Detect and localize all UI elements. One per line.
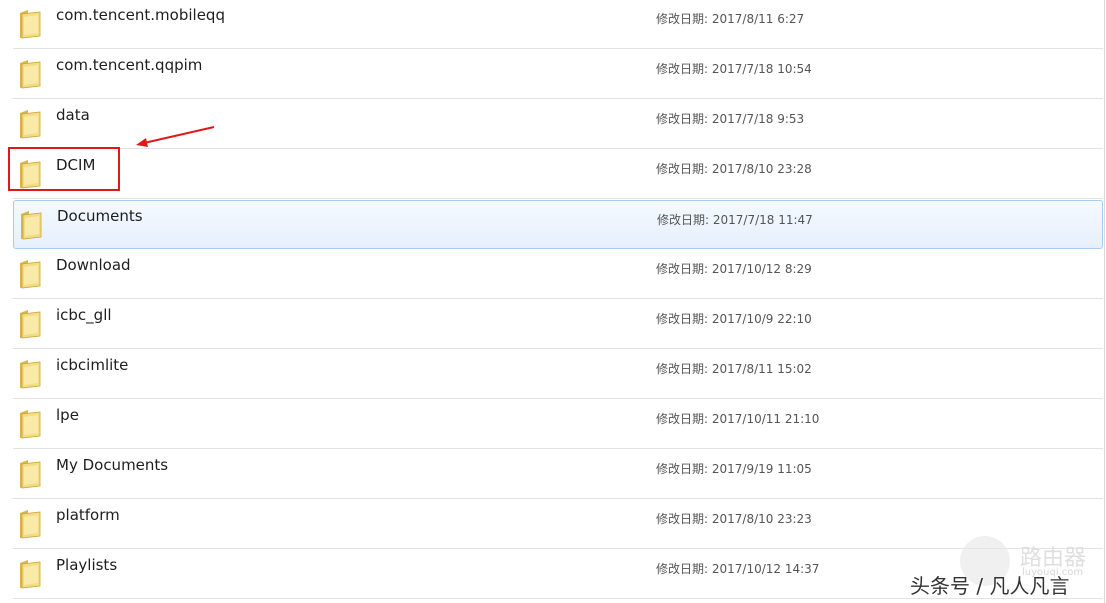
modified-date: 修改日期: 2017/8/11 15:02: [656, 362, 812, 376]
modified-date: 修改日期: 2017/7/18 10:54: [656, 62, 812, 76]
folder-name: icbc_gll: [56, 306, 112, 324]
highlight-box: [8, 147, 120, 191]
folder-icon: [20, 60, 41, 89]
folder-row[interactable]: My Documents 修改日期: 2017/9/19 11:05: [13, 450, 1103, 499]
folder-icon: [20, 310, 41, 339]
folder-name: data: [56, 106, 90, 124]
folder-icon: [20, 560, 41, 589]
folder-name: com.tencent.qqpim: [56, 56, 203, 74]
modified-date: 修改日期: 2017/10/12 14:37: [656, 562, 820, 576]
watermark-author: 头条号 / 凡人凡言: [910, 574, 1070, 598]
folder-row[interactable]: platform 修改日期: 2017/8/10 23:23: [13, 500, 1103, 549]
folder-row[interactable]: com.tencent.mobileqq 修改日期: 2017/8/11 6:2…: [13, 0, 1103, 49]
folder-name: My Documents: [56, 456, 169, 474]
modified-date: 修改日期: 2017/7/18 11:47: [657, 213, 813, 227]
modified-date: 修改日期: 2017/8/10 23:28: [656, 162, 812, 176]
folder-name: Download: [56, 256, 131, 274]
folder-icon: [20, 410, 41, 439]
red-arrow-annotation: [136, 126, 215, 147]
modified-date: 修改日期: 2017/10/12 8:29: [656, 262, 812, 276]
file-list: com.tencent.mobileqq 修改日期: 2017/8/11 6:2…: [0, 0, 1105, 603]
modified-date: 修改日期: 2017/8/11 6:27: [656, 12, 805, 26]
folder-row[interactable]: DCIM 修改日期: 2017/8/10 23:28: [13, 150, 1103, 199]
modified-date: 修改日期: 2017/10/9 22:10: [656, 312, 812, 326]
folder-icon: [20, 460, 41, 489]
modified-date: 修改日期: 2017/10/11 21:10: [656, 412, 820, 426]
folder-icon: [20, 360, 41, 389]
folder-name: icbcimlite: [56, 356, 129, 374]
folder-name: lpe: [56, 406, 79, 424]
modified-date: 修改日期: 2017/8/10 23:23: [656, 512, 812, 526]
folder-icon: [21, 211, 42, 240]
folder-row[interactable]: lpe 修改日期: 2017/10/11 21:10: [13, 400, 1103, 449]
folder-icon: [20, 10, 41, 39]
folder-name: platform: [56, 506, 120, 524]
folder-icon: [20, 260, 41, 289]
folder-icon: [20, 510, 41, 539]
folder-row[interactable]: icbc_gll 修改日期: 2017/10/9 22:10: [13, 300, 1103, 349]
folder-row[interactable]: Download 修改日期: 2017/10/12 8:29: [13, 250, 1103, 299]
folder-name: com.tencent.mobileqq: [56, 6, 225, 24]
modified-date: 修改日期: 2017/7/18 9:53: [656, 112, 805, 126]
folder-icon: [20, 110, 41, 139]
folder-row[interactable]: com.tencent.qqpim 修改日期: 2017/7/18 10:54: [13, 50, 1103, 99]
folder-name: Documents: [57, 207, 143, 225]
folder-row[interactable]: icbcimlite 修改日期: 2017/8/11 15:02: [13, 350, 1103, 399]
modified-date: 修改日期: 2017/9/19 11:05: [656, 462, 812, 476]
folder-row[interactable]: Documents 修改日期: 2017/7/18 11:47: [13, 200, 1103, 249]
folder-name: Playlists: [56, 556, 118, 574]
